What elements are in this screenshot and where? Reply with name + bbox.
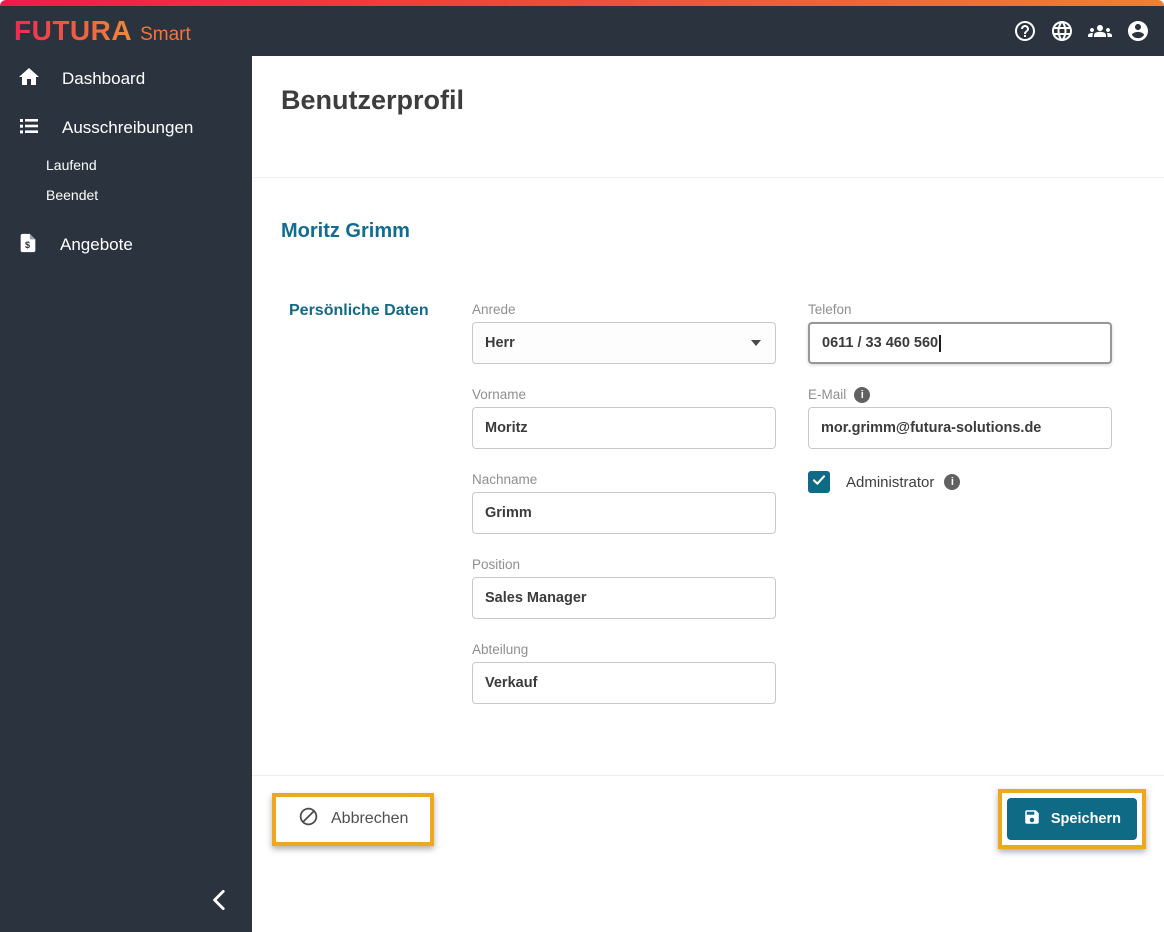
field-vorname: Vorname Moritz	[472, 386, 776, 449]
app-bar: FUTURA Smart	[0, 6, 1164, 56]
nachname-input[interactable]: Grimm	[472, 492, 776, 534]
save-icon	[1023, 808, 1041, 830]
sidebar-collapse-button[interactable]	[202, 884, 238, 920]
sidebar-item-angebote[interactable]: $ Angebote	[0, 222, 252, 268]
block-icon	[298, 806, 319, 832]
select-value: Herr	[485, 335, 515, 351]
cancel-button[interactable]: Abbrechen	[276, 796, 431, 842]
field-label-text: E-Mail	[808, 387, 847, 402]
chevron-left-icon	[207, 886, 233, 919]
section-column: Persönliche Daten	[252, 301, 472, 726]
field-telefon: Telefon 0611 / 33 460 560	[808, 301, 1112, 364]
sidebar-item-ausschreibungen[interactable]: Ausschreibungen	[0, 106, 252, 150]
save-button[interactable]: Speichern	[1006, 798, 1137, 840]
info-icon[interactable]	[944, 474, 961, 490]
abteilung-input[interactable]: Verkauf	[472, 662, 776, 704]
sidebar: Dashboard Ausschreibungen Laufend Beende…	[0, 56, 252, 932]
header-divider	[252, 177, 1164, 178]
sidebar-item-dashboard[interactable]: Dashboard	[0, 56, 252, 102]
save-highlight-box: Speichern	[997, 789, 1146, 849]
sidebar-subitem-label: Beendet	[46, 187, 99, 203]
position-input[interactable]: Sales Manager	[472, 577, 776, 619]
input-value: Verkauf	[485, 675, 538, 691]
input-value: Moritz	[485, 420, 528, 436]
form-column-right: Telefon 0611 / 33 460 560 E-Mail mor.gri…	[808, 301, 1112, 726]
field-label: Abteilung	[472, 642, 529, 657]
brand-logo: FUTURA Smart	[14, 15, 191, 47]
field-label: Position	[472, 557, 521, 572]
save-button-label: Speichern	[1050, 811, 1121, 827]
check-icon	[811, 472, 827, 493]
telefon-input[interactable]: 0611 / 33 460 560	[808, 322, 1112, 364]
field-label: Vorname	[472, 387, 527, 402]
list-icon	[17, 114, 41, 143]
sidebar-item-laufend[interactable]: Laufend	[0, 150, 252, 180]
field-label: Anrede	[472, 302, 516, 317]
field-position: Position Sales Manager	[472, 556, 776, 619]
form-column-left: Anrede Herr Vorname Moritz Nachname Grim…	[472, 301, 776, 726]
input-value: Grimm	[485, 505, 532, 521]
checkbox-label-text: Administrator	[846, 473, 935, 491]
administrator-row: Administrator	[808, 471, 1112, 493]
field-nachname: Nachname Grimm	[472, 471, 776, 534]
field-label: Telefon	[808, 302, 852, 317]
sidebar-item-beendet[interactable]: Beendet	[0, 180, 252, 210]
help-icon[interactable]	[1013, 19, 1037, 43]
account-icon[interactable]	[1126, 19, 1150, 43]
user-name-heading: Moritz Grimm	[281, 220, 410, 242]
email-input[interactable]: mor.grimm@futura-solutions.de	[808, 407, 1112, 449]
app-window: FUTURA Smart Dashboard Ausschreibungen L…	[0, 0, 1164, 932]
svg-text:$: $	[25, 240, 30, 250]
sidebar-item-label: Ausschreibungen	[62, 118, 194, 137]
quote-icon: $	[17, 231, 39, 260]
info-icon[interactable]	[854, 386, 871, 403]
brand-suffix: Smart	[140, 24, 191, 45]
brand-name: FUTURA	[14, 15, 133, 46]
field-abteilung: Abteilung Verkauf	[472, 641, 776, 704]
anrede-select[interactable]: Herr	[472, 322, 776, 364]
sidebar-item-label: Angebote	[60, 235, 133, 254]
input-value: 0611 / 33 460 560	[822, 335, 939, 351]
page-title: Benutzerprofil	[281, 85, 465, 115]
field-anrede: Anrede Herr	[472, 301, 776, 364]
home-icon	[17, 65, 41, 94]
cancel-button-label: Abbrechen	[331, 810, 409, 827]
groups-icon[interactable]	[1087, 19, 1113, 43]
chevron-down-icon	[751, 340, 761, 346]
input-value: mor.grimm@futura-solutions.de	[821, 420, 1042, 436]
field-label: Nachname	[472, 472, 538, 487]
section-title: Persönliche Daten	[289, 302, 429, 319]
topbar-icons	[1013, 19, 1150, 43]
sidebar-item-label: Dashboard	[62, 69, 146, 88]
text-cursor	[939, 334, 941, 352]
administrator-checkbox[interactable]	[808, 471, 830, 493]
profile-form: Persönliche Daten Anrede Herr Vorname Mo…	[252, 301, 1164, 726]
main-content: Benutzerprofil Moritz Grimm Persönliche …	[252, 56, 1164, 932]
field-label: E-Mail	[808, 386, 1112, 403]
language-icon[interactable]	[1050, 19, 1074, 43]
action-bar: Abbrechen Speichern	[252, 776, 1164, 849]
sidebar-subitem-label: Laufend	[46, 157, 97, 173]
field-email: E-Mail mor.grimm@futura-solutions.de	[808, 386, 1112, 449]
vorname-input[interactable]: Moritz	[472, 407, 776, 449]
administrator-label: Administrator	[846, 473, 961, 491]
cancel-highlight-box: Abbrechen	[272, 792, 435, 846]
input-value: Sales Manager	[485, 590, 587, 606]
